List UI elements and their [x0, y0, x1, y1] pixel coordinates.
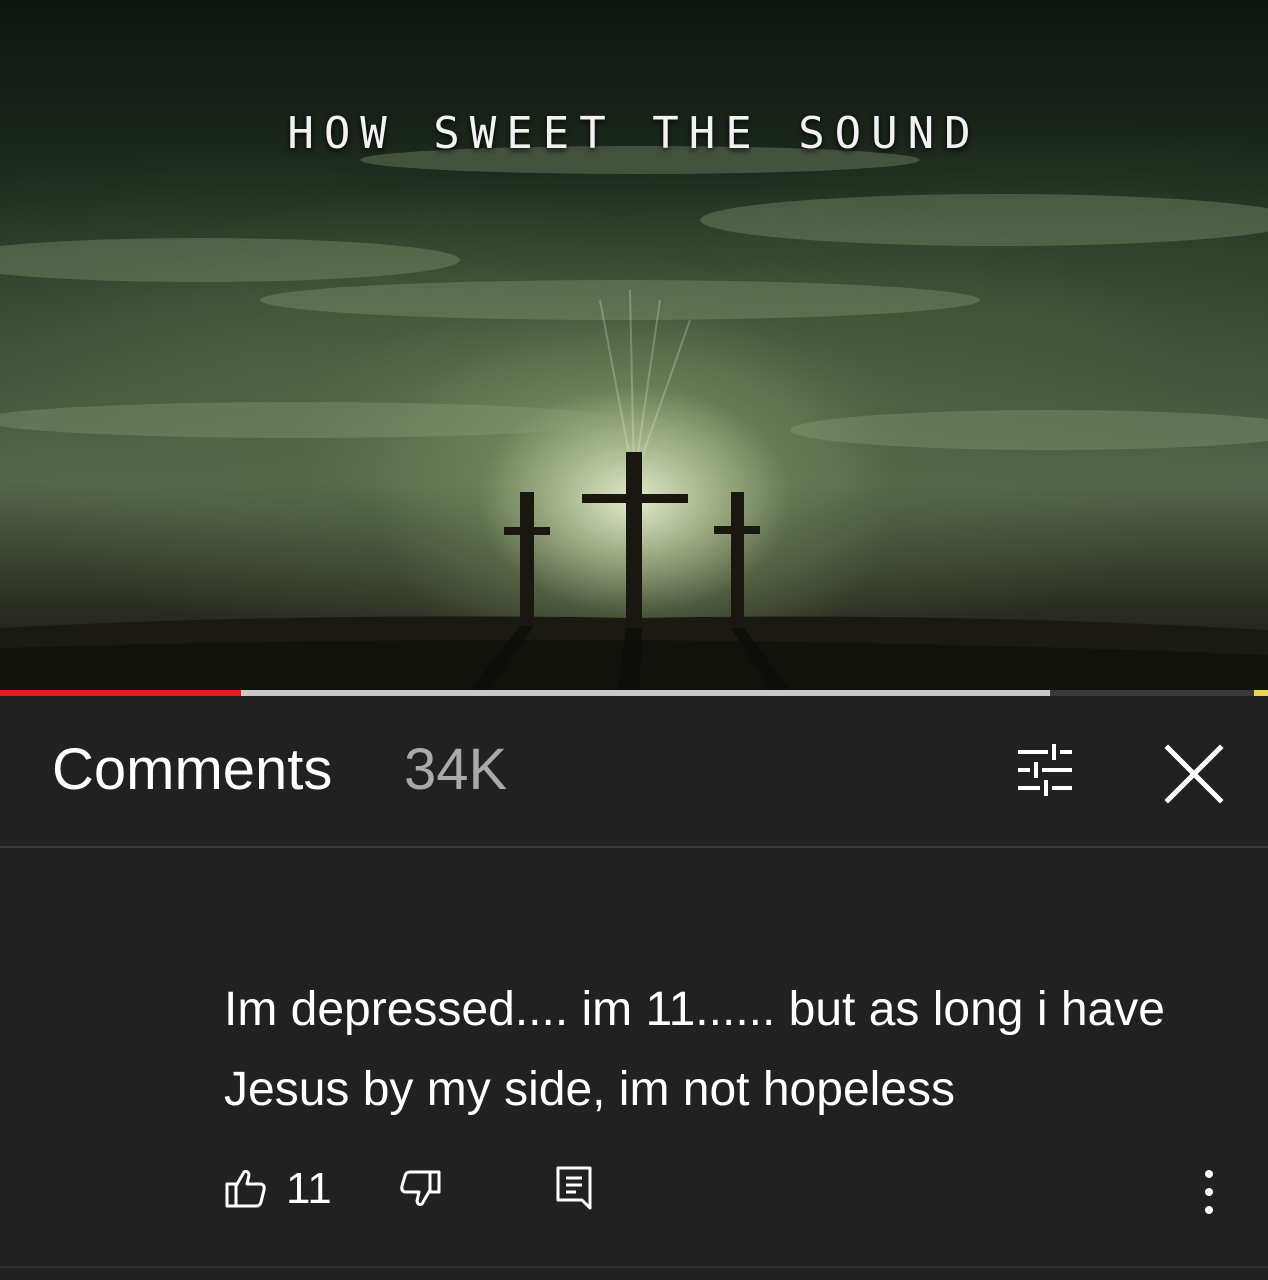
video-player[interactable]: HOW SWEET THE SOUND — [0, 0, 1268, 690]
video-frame-artwork — [0, 146, 1268, 690]
comment-item: Im depressed.... im 11...... but as long… — [0, 848, 1268, 1266]
comments-header: Comments 34K — [0, 696, 1268, 848]
more-options-button[interactable] — [1194, 1164, 1224, 1220]
divider — [0, 1266, 1268, 1268]
video-title-card: HOW SWEET THE SOUND — [287, 108, 981, 159]
comment-actions: 11 — [224, 1164, 1234, 1220]
sort-filter-icon — [1018, 744, 1072, 796]
thumbs-down-icon — [400, 1170, 441, 1207]
reply-comment-icon — [556, 1166, 592, 1210]
thumbs-up-icon — [225, 1169, 266, 1208]
comments-title: Comments — [52, 737, 333, 802]
more-vertical-icon — [1205, 1170, 1213, 1214]
reply-button[interactable] — [554, 1164, 594, 1212]
comment-text: Im depressed.... im 11...... but as long… — [224, 983, 1165, 1116]
close-icon — [1164, 744, 1224, 804]
comments-count: 34K — [404, 737, 508, 802]
like-count: 11 — [286, 1164, 332, 1213]
dislike-button[interactable] — [398, 1168, 442, 1212]
like-button[interactable] — [224, 1166, 268, 1210]
close-comments-button[interactable] — [1156, 736, 1232, 812]
sort-comments-button[interactable] — [1010, 736, 1082, 808]
